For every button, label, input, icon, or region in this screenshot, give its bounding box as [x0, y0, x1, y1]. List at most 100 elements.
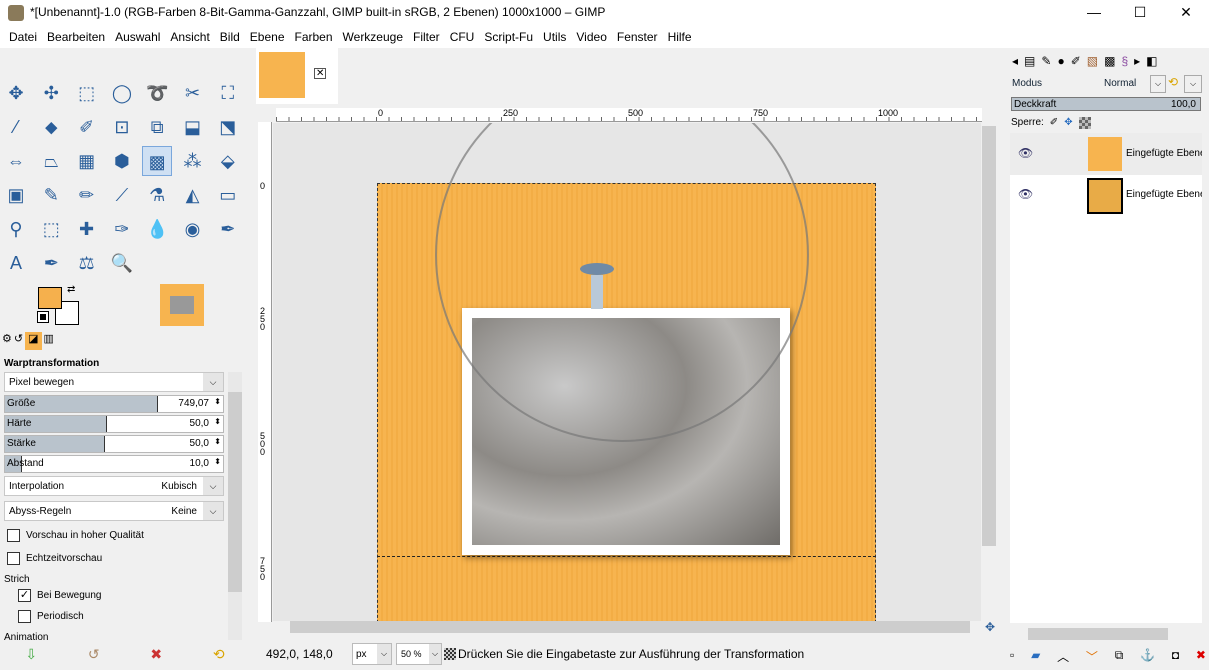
paths-tab-icon[interactable]: ✎ [1041, 54, 1051, 68]
composite-mode-chevron-icon[interactable]: ⌵ [1184, 75, 1202, 93]
tool-button-37[interactable]: ⚖ [72, 248, 102, 278]
on-motion-checkbox[interactable]: ✓ Bei Bewegung [18, 589, 102, 602]
layer-row[interactable]: 👁 Eingefügte Ebene [1010, 133, 1202, 175]
tool-button-2[interactable]: ⬚ [72, 78, 102, 108]
menu-hilfe[interactable]: Hilfe [663, 26, 697, 48]
tool-button-30[interactable]: ✚ [72, 214, 102, 244]
tool-button-22[interactable]: ✎ [36, 180, 66, 210]
menu-ebene[interactable]: Ebene [245, 26, 290, 48]
paint-tab-icon[interactable]: ✐ [1071, 54, 1081, 68]
tool-button-5[interactable]: ✂ [178, 78, 208, 108]
spinner-icon[interactable]: ⬍ [214, 397, 221, 406]
tool-button-38[interactable]: 🔍 [107, 248, 137, 278]
menu-farben[interactable]: Farben [290, 26, 338, 48]
mask-layer-icon[interactable]: ◘ [1172, 648, 1179, 665]
menu-bild[interactable]: Bild [215, 26, 245, 48]
tool-button-29[interactable]: ⬚ [36, 214, 66, 244]
chevron-down-icon[interactable]: ⌵ [1150, 75, 1166, 93]
tool-button-11[interactable]: ⧉ [142, 112, 172, 142]
pattern-tab-icon[interactable]: ▧ [1087, 54, 1098, 68]
vertical-scrollbar[interactable] [982, 108, 996, 621]
tool-button-1[interactable]: ✣ [36, 78, 66, 108]
slider-größe[interactable]: Größe 749,07 ⬍ [4, 395, 224, 413]
menu-filter[interactable]: Filter [408, 26, 445, 48]
slider-stärke[interactable]: Stärke 50,0 ⬍ [4, 435, 224, 453]
tool-button-10[interactable]: ⊡ [107, 112, 137, 142]
restore-options-icon[interactable]: ↺ [88, 646, 100, 668]
tool-button-26[interactable]: ◭ [178, 180, 208, 210]
swap-colors-icon[interactable]: ⇄ [67, 284, 75, 295]
menu-auswahl[interactable]: Auswahl [110, 26, 165, 48]
gradient-tab-icon[interactable]: ▩ [1104, 54, 1115, 68]
lock-alpha-icon[interactable] [1078, 117, 1091, 129]
tool-button-8[interactable]: ⬥ [36, 112, 66, 142]
lock-pixels-icon[interactable]: ✐ [1050, 117, 1058, 129]
default-colors-icon[interactable] [37, 311, 49, 323]
tool-button-6[interactable]: ⛶ [213, 78, 243, 108]
tool-button-31[interactable]: ✑ [107, 214, 137, 244]
minimize-button[interactable]: — [1071, 0, 1117, 26]
menu-bearbeiten[interactable]: Bearbeiten [42, 26, 110, 48]
menu-ansicht[interactable]: Ansicht [165, 26, 214, 48]
lock-position-icon[interactable]: ✥ [1064, 117, 1072, 129]
tool-button-4[interactable]: ➰ [142, 78, 172, 108]
reset-options-icon[interactable]: ⟲ [213, 646, 225, 668]
tool-button-7[interactable]: ⁄ [1, 112, 31, 142]
periodic-checkbox[interactable]: Periodisch [18, 610, 84, 623]
canvas[interactable] [273, 123, 981, 621]
spinner-icon[interactable]: ⬍ [214, 457, 221, 466]
tool-options-tab-icon[interactable]: ⚙ [2, 332, 12, 350]
delete-options-icon[interactable]: ✖ [150, 646, 162, 668]
brushes-tab-icon[interactable]: ● [1057, 54, 1064, 68]
visibility-eye-icon[interactable]: 👁 [1018, 146, 1033, 160]
tool-button-19[interactable]: ⁂ [178, 146, 208, 176]
tool-button-12[interactable]: ⬓ [178, 112, 208, 142]
active-image-thumbnail[interactable] [160, 284, 204, 326]
close-tab-icon[interactable]: ✕ [314, 68, 327, 79]
tool-button-33[interactable]: ◉ [178, 214, 208, 244]
tool-button-32[interactable]: 💧 [142, 214, 172, 244]
menu-datei[interactable]: Datei [4, 26, 42, 48]
dock-menu-icon[interactable]: ◧ [1146, 54, 1157, 68]
options-scrollbar[interactable] [228, 372, 242, 640]
image-tab[interactable]: ✕ [256, 48, 338, 104]
layers-tab-icon[interactable]: ▤ [1024, 54, 1035, 68]
abyss-select[interactable]: Abyss-Regeln Keine ⌵ [4, 501, 224, 521]
tool-button-0[interactable]: ✥ [1, 78, 31, 108]
duplicate-layer-icon[interactable]: ⧉ [1115, 648, 1124, 665]
close-button[interactable]: ✕ [1163, 0, 1209, 26]
save-options-icon[interactable]: ⇩ [25, 646, 37, 668]
menu-video[interactable]: Video [571, 26, 611, 48]
tool-button-16[interactable]: ▦ [72, 146, 102, 176]
maximize-button[interactable]: ☐ [1117, 0, 1163, 26]
menu-fenster[interactable]: Fenster [612, 26, 663, 48]
delete-layer-icon[interactable]: ✖ [1196, 648, 1206, 665]
tool-button-35[interactable]: A [1, 248, 31, 278]
layers-scrollbar[interactable] [1010, 628, 1202, 642]
foreground-color-swatch[interactable] [38, 287, 62, 309]
tool-button-13[interactable]: ⬔ [213, 112, 243, 142]
menu-utils[interactable]: Utils [538, 26, 571, 48]
tool-button-3[interactable]: ◯ [107, 78, 137, 108]
unit-select[interactable]: px ⌵ [352, 643, 392, 665]
mode-select[interactable]: Normal [1104, 78, 1136, 89]
opacity-slider[interactable]: Deckkraft 100,0 [1011, 97, 1201, 111]
new-group-icon[interactable]: ▰ [1031, 648, 1040, 665]
anchor-layer-icon[interactable]: ⚓ [1140, 648, 1155, 665]
warp-mode-select[interactable]: Pixel bewegen ⌵ [4, 372, 224, 392]
tool-button-14[interactable]: ⇔ [1, 146, 31, 176]
tool-button-20[interactable]: ⬙ [213, 146, 243, 176]
menu-werkzeuge[interactable]: Werkzeuge [338, 26, 408, 48]
zoom-select[interactable]: 50 % ⌵ [396, 643, 442, 665]
images-tab-icon[interactable]: ▥ [44, 332, 54, 350]
slider-härte[interactable]: Härte 50,0 ⬍ [4, 415, 224, 433]
raise-layer-icon[interactable]: ︿ [1057, 648, 1069, 665]
scroll-left-icon[interactable]: ◂ [1012, 54, 1018, 68]
new-layer-icon[interactable]: ▫ [1010, 648, 1014, 665]
horizontal-scrollbar[interactable] [276, 621, 982, 635]
menu-cfu[interactable]: CFU [445, 26, 480, 48]
scroll-right-icon[interactable]: ▸ [1134, 54, 1140, 68]
tool-button-27[interactable]: ▭ [213, 180, 243, 210]
realtime-preview-checkbox[interactable]: Echtzeitvorschau [7, 552, 102, 565]
tool-button-9[interactable]: ✐ [72, 112, 102, 142]
